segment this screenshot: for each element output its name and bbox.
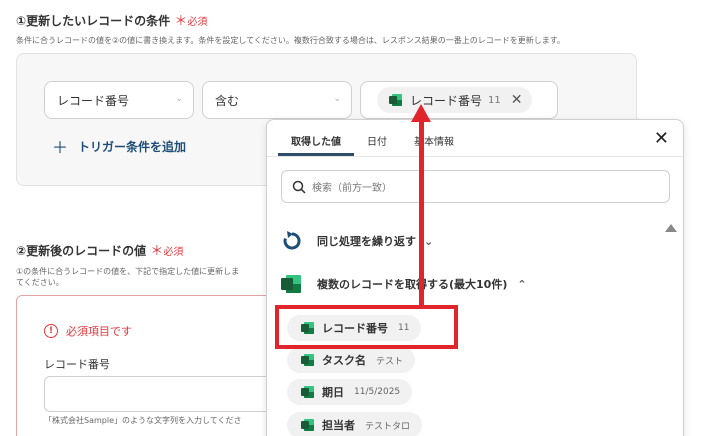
- list-item[interactable]: 期日 11/5/2025: [287, 379, 413, 405]
- list-item[interactable]: 担当者 テストタロ: [287, 412, 423, 436]
- record-number-input[interactable]: [44, 376, 274, 412]
- annotation-arrow-head: [411, 104, 431, 122]
- annotation-arrow-shaft: [419, 118, 424, 306]
- condition-value-field[interactable]: レコード番号 11 ✕: [360, 81, 558, 119]
- section1-title: ①更新したいレコードの条件 ＊必須: [16, 14, 208, 29]
- plus-icon: ＋: [52, 138, 69, 157]
- error-message: ! 必須項目です: [44, 323, 132, 339]
- section2-description: ①の条件に合うレコードの値を、下記で指定した値に更新しま てください。: [16, 267, 240, 287]
- section1-description: 条件に合うレコードの値を②の値に書き換えます。条件を設定してください。複数行合致…: [16, 36, 565, 45]
- search-icon: [292, 180, 306, 194]
- chevron-up-icon: ⌃: [517, 277, 527, 291]
- excel-icon: [389, 94, 402, 106]
- required-badge: ＊必須: [150, 244, 184, 259]
- tab-acquired-values[interactable]: 取得した値: [291, 133, 341, 148]
- add-trigger-button[interactable]: ＋ トリガー条件を追加: [52, 134, 186, 158]
- required-badge: ＊必須: [174, 14, 208, 29]
- excel-icon: [301, 419, 314, 431]
- chevron-down-icon: ⌄: [333, 94, 341, 104]
- record-number-label: レコード番号: [44, 358, 110, 371]
- tab-date[interactable]: 日付: [367, 133, 387, 148]
- group-get-records[interactable]: 複数のレコードを取得する(最大10件) ⌃: [281, 275, 527, 293]
- excel-icon: [301, 386, 314, 398]
- condition-operator-select[interactable]: 含む ⌄: [202, 81, 352, 119]
- group-repeat-process[interactable]: 同じ処理を繰り返す ⌄: [281, 230, 433, 252]
- scroll-up-arrow[interactable]: [665, 224, 677, 232]
- tab-divider: [267, 156, 683, 157]
- annotation-highlight-box: [275, 305, 458, 349]
- chevron-down-icon: ⌄: [175, 94, 183, 104]
- search-input[interactable]: 検索（前方一致）: [281, 170, 670, 203]
- record-number-hint: 「株式会社Sample」のような文字列を入力してくださ: [44, 416, 242, 425]
- list-item[interactable]: タスク名 テスト: [287, 347, 416, 373]
- chevron-down-icon: ⌄: [424, 234, 434, 248]
- value-picker-popup: 取得した値 日付 基本情報 ✕ 検索（前方一致） 同じ処理を繰り返す ⌄ 複数の…: [266, 119, 684, 436]
- excel-icon: [281, 275, 301, 293]
- value-chip[interactable]: レコード番号 11 ✕: [377, 87, 533, 113]
- section2-title: ②更新後のレコードの値 ＊必須: [16, 244, 184, 259]
- close-icon[interactable]: ✕: [511, 92, 523, 108]
- alert-icon: !: [44, 324, 58, 338]
- loop-icon: [283, 231, 301, 250]
- condition-field-select[interactable]: レコード番号 ⌄: [44, 81, 194, 119]
- close-icon[interactable]: ✕: [654, 128, 669, 149]
- excel-icon: [301, 354, 314, 366]
